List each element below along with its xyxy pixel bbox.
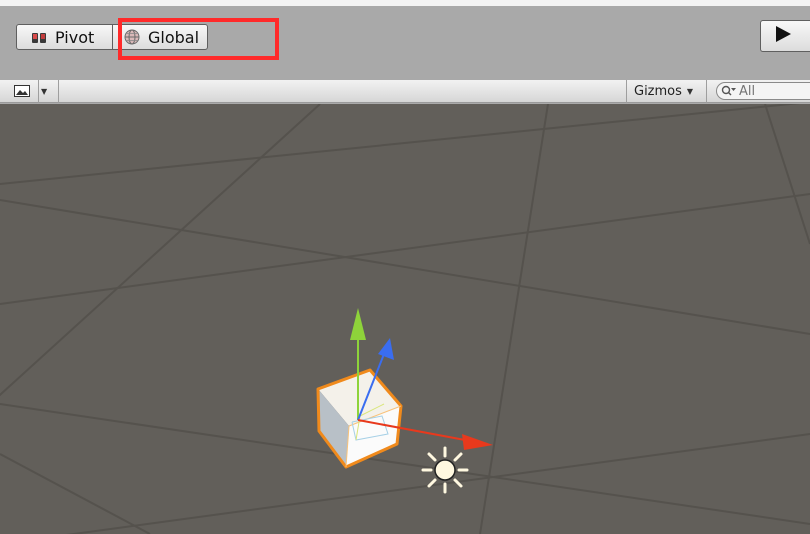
gizmos-dropdown[interactable]: Gizmos ▼ [628, 80, 704, 102]
chevron-down-icon: ▼ [41, 86, 48, 96]
scene-viewport[interactable] [0, 104, 810, 534]
draw-mode-dropdown[interactable]: ▼ [0, 80, 58, 103]
scene-grid [0, 104, 810, 534]
main-toolbar: Pivot Global [0, 6, 810, 80]
search-input[interactable] [737, 83, 809, 99]
play-button[interactable] [760, 20, 810, 52]
pivot-button[interactable]: Pivot [16, 24, 113, 50]
z-axis-arrow-icon[interactable] [378, 338, 394, 360]
play-icon [773, 24, 793, 48]
gizmos-label: Gizmos [634, 83, 682, 99]
chevron-down-icon: ▼ [686, 86, 694, 96]
toolbar-separator [706, 80, 707, 103]
search-icon [721, 85, 737, 97]
toolbar-separator [626, 80, 627, 103]
y-axis-arrow-icon[interactable] [350, 308, 366, 340]
sun-light-icon[interactable] [421, 446, 469, 494]
annotation-highlight-box [118, 18, 279, 60]
toolbar-separator [58, 80, 59, 103]
search-field[interactable] [716, 82, 810, 100]
pivot-label: Pivot [55, 27, 95, 47]
pivot-mode-icon [31, 29, 49, 45]
image-icon [14, 85, 30, 97]
scene-view-toolbar: ▼ Gizmos ▼ [0, 80, 810, 103]
scene-canvas [0, 104, 810, 534]
x-axis-arrow-icon[interactable] [462, 434, 493, 450]
toolbar-separator [38, 80, 39, 103]
